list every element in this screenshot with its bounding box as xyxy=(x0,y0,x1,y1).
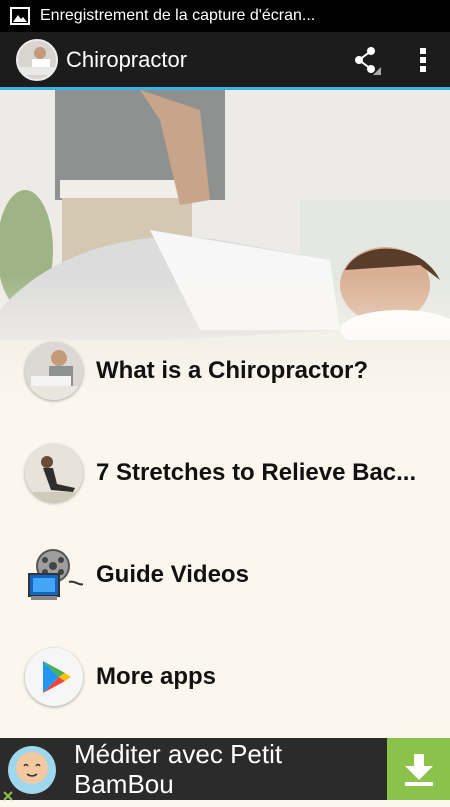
menu-item-guide-videos[interactable]: Guide Videos xyxy=(0,524,450,626)
menu-item-what-is-chiropractor[interactable]: What is a Chiropractor? xyxy=(0,320,450,422)
ad-line-1: Méditer avec Petit xyxy=(74,739,283,769)
chiropractor-thumbnail-icon xyxy=(25,342,83,400)
menu-item-more-apps[interactable]: More apps xyxy=(0,626,450,728)
menu-item-label: More apps xyxy=(96,663,217,690)
ad-line-2: BamBou xyxy=(74,769,174,799)
menu-item-label: 7 Stretches to Relieve Bac... xyxy=(96,459,417,486)
share-button[interactable] xyxy=(346,40,386,80)
stretch-thumbnail-icon xyxy=(25,444,83,502)
download-icon xyxy=(404,754,433,786)
ad-banner[interactable]: Méditer avec Petit BamBou xyxy=(0,738,450,801)
status-bar: Enregistrement de la capture d'écran... xyxy=(0,0,450,32)
ad-download-button[interactable] xyxy=(387,738,450,800)
action-bar: Chiropractor xyxy=(0,32,450,90)
app-title: Chiropractor xyxy=(66,46,188,72)
ad-text: Méditer avec Petit BamBou xyxy=(74,739,387,799)
menu-item-label: Guide Videos xyxy=(96,561,249,588)
status-notification-text: Enregistrement de la capture d'écran... xyxy=(40,7,316,24)
film-reel-icon xyxy=(25,546,83,604)
menu-item-label: What is a Chiropractor? xyxy=(96,357,369,384)
more-vert-icon xyxy=(420,47,426,72)
menu-item-stretches[interactable]: 7 Stretches to Relieve Bac... xyxy=(0,422,450,524)
ad-avatar-icon xyxy=(2,740,60,801)
play-store-icon xyxy=(25,648,83,706)
app-logo[interactable] xyxy=(16,38,58,81)
overflow-menu-button[interactable] xyxy=(408,40,438,80)
share-icon xyxy=(355,46,381,75)
gallery-icon xyxy=(10,7,30,25)
